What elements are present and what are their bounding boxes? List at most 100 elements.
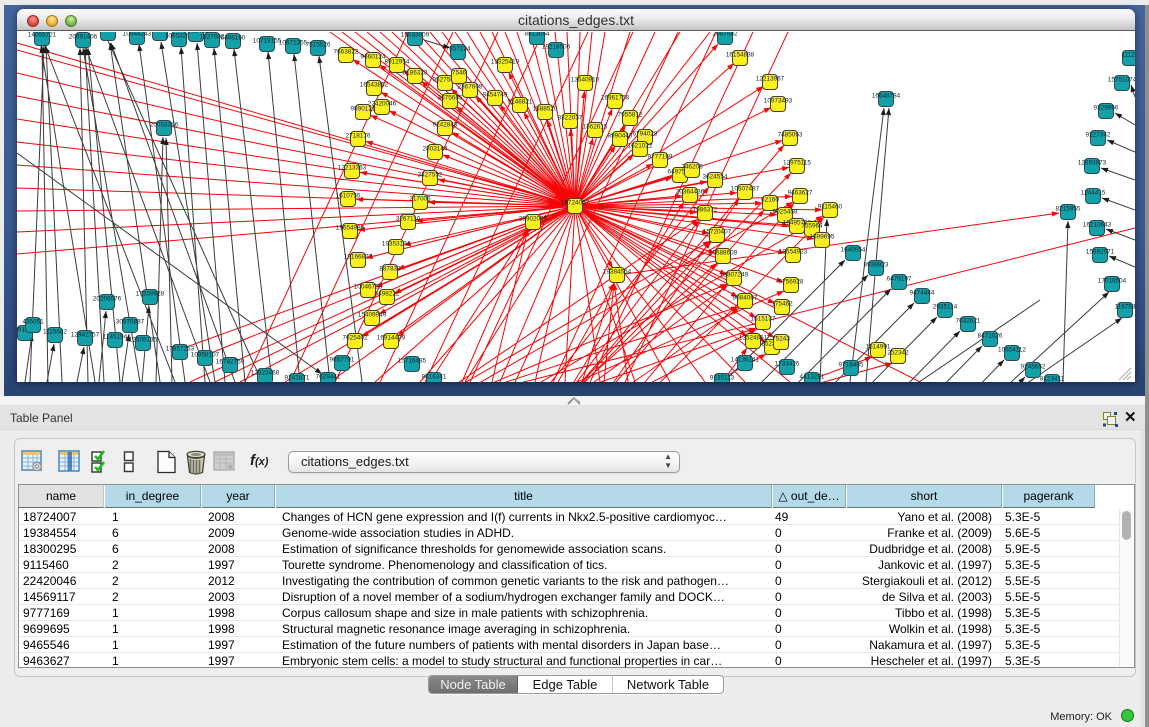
svg-text:887833: 887833: [379, 266, 401, 273]
svg-text:16033809: 16033809: [401, 32, 430, 39]
svg-text:7632621: 7632621: [956, 318, 981, 325]
svg-text:9660124: 9660124: [361, 54, 386, 61]
svg-text:7629441: 7629441: [316, 374, 341, 381]
svg-text:7663822: 7663822: [334, 49, 359, 56]
svg-text:175462: 175462: [771, 301, 793, 308]
svg-text:7625402: 7625402: [343, 335, 368, 342]
svg-text:12213363: 12213363: [338, 165, 367, 172]
svg-text:10688609: 10688609: [709, 250, 738, 257]
svg-text:20364436: 20364436: [676, 189, 705, 196]
svg-text:755964: 755964: [801, 223, 823, 230]
svg-text:9329966: 9329966: [1094, 105, 1119, 112]
svg-text:9242871: 9242871: [285, 375, 310, 382]
svg-text:13325419: 13325419: [491, 59, 520, 66]
svg-text:7485063: 7485063: [778, 132, 803, 139]
svg-text:4413281: 4413281: [800, 374, 825, 381]
svg-text:8938923: 8938923: [864, 262, 889, 269]
svg-text:62160: 62160: [761, 197, 779, 204]
svg-text:16782759: 16782759: [216, 359, 245, 366]
svg-text:16961758: 16961758: [601, 95, 630, 102]
svg-text:2718176: 2718176: [346, 133, 371, 140]
svg-text:75243: 75243: [772, 336, 790, 343]
svg-text:435051: 435051: [22, 319, 44, 326]
svg-text:17359928: 17359928: [136, 291, 165, 298]
svg-text:9463627: 9463627: [788, 190, 813, 197]
svg-text:1699695: 1699695: [810, 234, 835, 241]
svg-text:20691406: 20691406: [69, 34, 98, 41]
svg-text:18724007: 18724007: [561, 200, 590, 207]
svg-text:10671355: 10671355: [279, 40, 308, 47]
svg-text:12213967: 12213967: [756, 76, 785, 83]
svg-text:9777169: 9777169: [648, 154, 673, 161]
svg-text:12093873: 12093873: [1078, 160, 1107, 167]
svg-text:10654112: 10654112: [998, 347, 1026, 354]
svg-text:2935114: 2935114: [933, 304, 958, 311]
svg-text:8215955: 8215955: [1056, 206, 1081, 213]
svg-text:3675685: 3675685: [438, 95, 463, 102]
svg-text:19654923: 19654923: [779, 249, 808, 256]
svg-text:1588520: 1588520: [533, 106, 558, 113]
svg-text:1244415: 1244415: [1081, 190, 1106, 197]
svg-text:12505135: 12505135: [129, 337, 158, 344]
svg-text:1145194: 1145194: [103, 334, 128, 341]
svg-text:9115460: 9115460: [818, 204, 843, 211]
svg-text:28902095: 28902095: [519, 216, 548, 223]
svg-text:252342: 252342: [887, 350, 909, 357]
svg-text:1115682: 1115682: [43, 329, 67, 336]
svg-text:30975887: 30975887: [116, 319, 145, 326]
svg-text:16914479: 16914479: [377, 335, 406, 342]
svg-text:17016504: 17016504: [1098, 278, 1127, 285]
svg-text:16154838: 16154838: [726, 52, 755, 59]
svg-text:7955812: 7955812: [618, 112, 643, 119]
svg-text:10958107: 10958107: [191, 352, 220, 359]
svg-text:2087682: 2087682: [713, 32, 738, 38]
svg-text:9242848: 9242848: [433, 122, 458, 129]
svg-text:6466160: 6466160: [221, 35, 246, 42]
svg-text:7546: 7546: [452, 70, 467, 77]
svg-text:12942757: 12942757: [71, 332, 100, 339]
svg-text:16210643: 16210643: [1083, 222, 1112, 229]
svg-text:9474444: 9474444: [910, 290, 935, 297]
svg-text:1621022: 1621022: [628, 143, 653, 150]
svg-text:8912954: 8912954: [385, 59, 410, 66]
svg-text:8910341: 8910341: [96, 32, 121, 34]
svg-text:10046758: 10046758: [354, 284, 383, 291]
svg-text:11121: 11121: [1122, 52, 1135, 59]
svg-text:3427552: 3427552: [418, 172, 443, 179]
svg-text:9890121: 9890121: [351, 106, 376, 113]
svg-text:1362615: 1362615: [583, 124, 608, 131]
svg-text:8322037: 8322037: [558, 115, 583, 122]
svg-text:9756928: 9756928: [779, 279, 804, 286]
svg-text:3267110: 3267110: [396, 216, 421, 223]
svg-text:16543862: 16543862: [360, 82, 389, 89]
svg-text:9227342: 9227342: [1086, 132, 1111, 139]
svg-text:15720407: 15720407: [703, 229, 732, 236]
svg-text:15716485: 15716485: [398, 358, 427, 365]
svg-text:9716485: 9716485: [839, 362, 864, 369]
svg-text:2367608: 2367608: [458, 84, 483, 91]
svg-text:9084067: 9084067: [733, 295, 758, 302]
svg-text:14136141: 14136141: [731, 357, 760, 364]
svg-text:20206576: 20206576: [93, 296, 122, 303]
svg-text:10719155: 10719155: [253, 38, 282, 45]
svg-text:19384554: 19384554: [603, 269, 632, 276]
svg-text:20053346: 20053346: [150, 122, 179, 129]
svg-text:9025458: 9025458: [773, 209, 798, 216]
svg-text:18807249: 18807249: [720, 272, 749, 279]
svg-text:1733426: 1733426: [775, 361, 800, 368]
svg-text:8454749: 8454749: [483, 92, 508, 99]
svg-text:15751074: 15751074: [1108, 77, 1135, 84]
svg-text:8123411: 8123411: [1040, 376, 1065, 383]
svg-text:19353194: 19353194: [382, 241, 411, 248]
svg-text:8186328: 8186328: [403, 70, 428, 77]
svg-text:19654985: 19654985: [336, 225, 365, 232]
svg-text:9146821: 9146821: [508, 99, 533, 106]
svg-text:8816341: 8816341: [422, 374, 447, 381]
svg-text:7986372: 7986372: [693, 207, 718, 214]
svg-text:13640910: 13640910: [571, 77, 600, 84]
svg-text:6479197: 6479197: [887, 276, 912, 283]
svg-text:746206: 746206: [681, 164, 703, 171]
svg-text:12975115: 12975115: [783, 160, 811, 167]
svg-text:15409949: 15409949: [358, 312, 387, 319]
svg-text:7357224: 7357224: [446, 46, 471, 53]
